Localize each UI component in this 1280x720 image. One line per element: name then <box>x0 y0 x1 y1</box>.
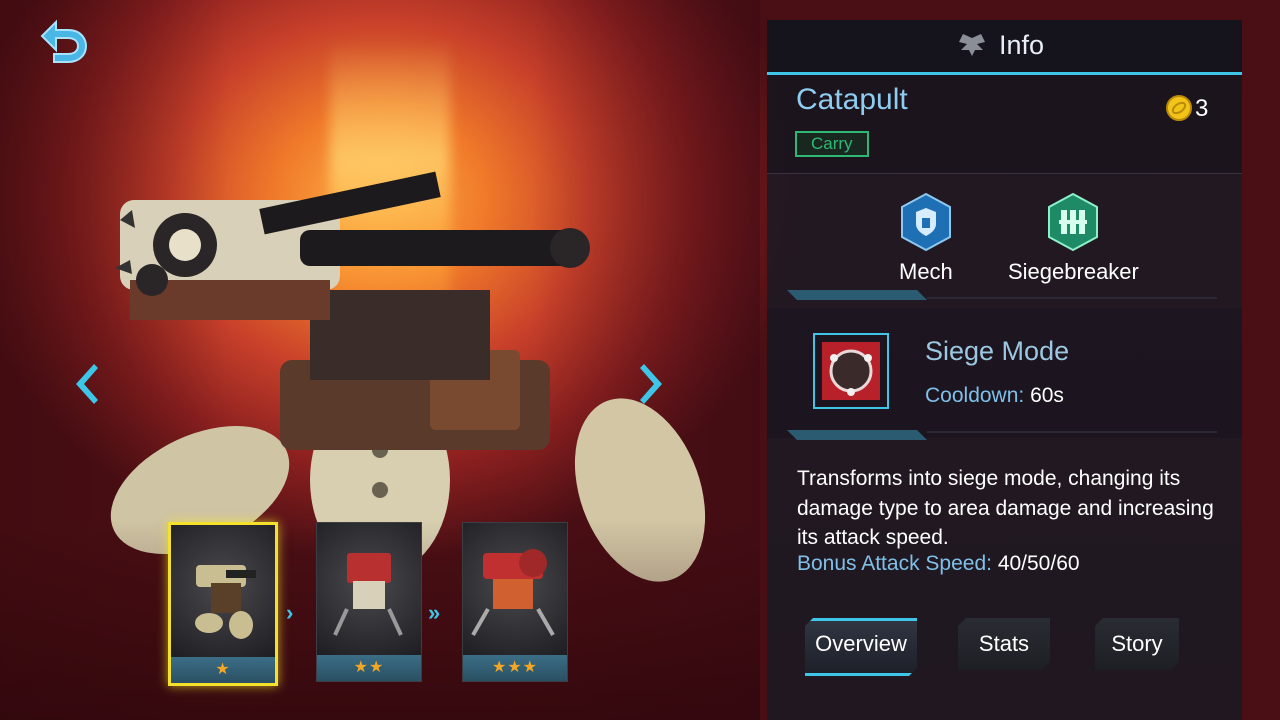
mech-thumbnail <box>171 525 275 657</box>
skill-bonus: Bonus Attack Speed: 40/50/60 <box>797 552 1080 576</box>
trait-mech[interactable]: Mech <box>899 192 953 285</box>
evolution-arrow-icon: » <box>428 600 441 625</box>
tab-story[interactable]: Story <box>1095 618 1179 670</box>
siege-mode-skill-icon[interactable] <box>812 332 890 410</box>
panel-title: Info <box>999 30 1045 60</box>
bonus-label: Bonus Attack Speed: <box>797 552 992 575</box>
mech-thumbnail <box>317 523 421 655</box>
back-icon[interactable] <box>28 14 92 70</box>
skill-description: Transforms into siege mode, changing its… <box>797 467 1214 549</box>
trait-siegebreaker[interactable]: Siegebreaker <box>1008 192 1139 285</box>
skill-section: Siege Mode Cooldown: 60s <box>767 308 1242 438</box>
star-rating: ★★ <box>317 655 421 681</box>
mech-name-box: Catapult Carry 3 <box>767 75 1242 174</box>
previous-arrow-icon[interactable] <box>70 360 102 408</box>
role-tag: Carry <box>795 131 869 157</box>
star-rating: ★★★ <box>463 655 567 681</box>
star-rating: ★ <box>171 657 275 683</box>
shield-icon <box>900 192 951 252</box>
coin-icon <box>1166 95 1192 121</box>
separator <box>787 290 1217 300</box>
mech-thumbnail <box>463 523 567 655</box>
evolution-card-2[interactable]: ★★ <box>316 522 422 682</box>
evolution-arrow-icon: › <box>286 600 294 625</box>
siegebreaker-icon <box>1048 192 1099 252</box>
mech-name: Catapult <box>796 83 908 116</box>
info-panel: Info Catapult Carry 3 Mech Siegebreaker <box>767 20 1242 720</box>
cost-value: 3 <box>1195 95 1209 122</box>
cooldown-label: Cooldown: <box>925 384 1025 407</box>
evolution-card-1[interactable]: ★ <box>168 522 278 686</box>
tab-overview[interactable]: Overview <box>805 618 917 676</box>
skill-name: Siege Mode <box>925 336 1070 366</box>
next-arrow-icon[interactable] <box>636 360 668 408</box>
bonus-value: 40/50/60 <box>997 552 1080 575</box>
panel-header: Info <box>767 20 1242 75</box>
evolution-card-3[interactable]: ★★★ <box>462 522 568 682</box>
separator <box>787 430 1217 440</box>
tab-stats[interactable]: Stats <box>958 618 1050 670</box>
trait-label: Mech <box>899 259 953 284</box>
skill-cooldown: Cooldown: 60s <box>925 384 1064 408</box>
wings-icon <box>959 34 985 56</box>
cooldown-value: 60s <box>1030 384 1064 407</box>
trait-label: Siegebreaker <box>1008 259 1139 284</box>
